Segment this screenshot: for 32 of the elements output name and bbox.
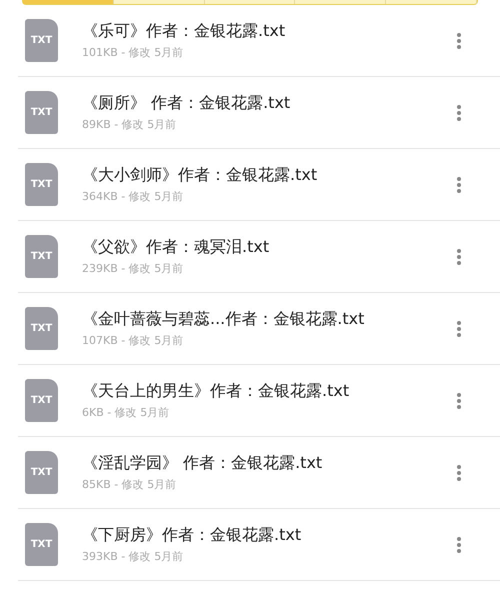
more-options-icon[interactable] xyxy=(456,536,462,554)
file-name[interactable]: 《天台上的男生》作者：金银花露.txt xyxy=(82,381,456,402)
file-name[interactable]: 《淫乱学园》 作者：金银花露.txt xyxy=(82,453,456,474)
more-options-icon[interactable] xyxy=(456,176,462,194)
text-file-icon: TXT xyxy=(25,523,58,566)
file-meta: 107KB - 修改 5月前 xyxy=(82,333,184,348)
more-options-icon[interactable] xyxy=(456,32,462,50)
file-name[interactable]: 《乐可》作者：金银花露.txt xyxy=(82,21,456,42)
file-name[interactable]: 《下厨房》作者：金银花露.txt xyxy=(82,525,456,546)
more-options-icon[interactable] xyxy=(456,248,462,266)
more-options-icon[interactable] xyxy=(456,464,462,482)
text-file-icon: TXT xyxy=(25,307,58,350)
file-name[interactable]: 《金叶蔷薇与碧蕊...作者：金银花露.txt xyxy=(82,309,456,330)
text-file-icon: TXT xyxy=(25,163,58,206)
more-options-icon[interactable] xyxy=(456,320,462,338)
text-file-icon: TXT xyxy=(25,379,58,422)
text-file-icon: TXT xyxy=(25,451,58,494)
file-name[interactable]: 《大小剑师》作者：金银花露.txt xyxy=(82,165,456,186)
file-meta: 85KB - 修改 5月前 xyxy=(82,477,178,492)
file-meta: 239KB - 修改 5月前 xyxy=(82,261,184,276)
text-file-icon: TXT xyxy=(25,19,58,62)
more-options-icon[interactable] xyxy=(456,104,462,122)
more-options-icon[interactable] xyxy=(456,392,462,410)
file-meta: 364KB - 修改 5月前 xyxy=(82,189,184,204)
file-name[interactable]: 《父欲》作者：魂冥泪.txt xyxy=(82,237,456,258)
file-meta: 393KB - 修改 5月前 xyxy=(82,549,184,564)
text-file-icon: TXT xyxy=(25,91,58,134)
file-meta: 6KB - 修改 5月前 xyxy=(82,405,170,420)
text-file-icon: TXT xyxy=(25,235,58,278)
file-name[interactable]: 《厕所》 作者：金银花露.txt xyxy=(82,93,456,114)
file-meta: 101KB - 修改 5月前 xyxy=(82,45,184,60)
file-meta: 89KB - 修改 5月前 xyxy=(82,117,178,132)
